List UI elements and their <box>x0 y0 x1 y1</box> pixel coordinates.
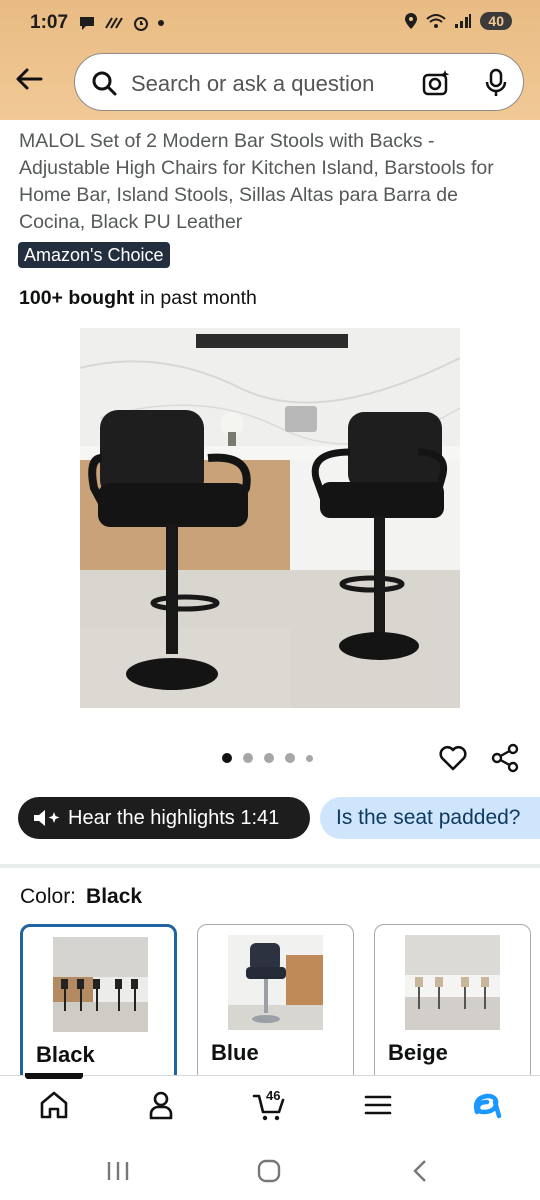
carousel-dot[interactable] <box>264 753 274 763</box>
carousel-dot[interactable] <box>243 753 253 763</box>
search-input[interactable]: Search or ask a question <box>131 71 374 97</box>
product-image[interactable] <box>80 328 460 708</box>
color-option-label: Black <box>36 1042 95 1067</box>
menu-icon[interactable] <box>361 1088 395 1122</box>
carousel-dot[interactable] <box>306 754 313 762</box>
search-icon <box>92 71 117 96</box>
recent-apps-icon[interactable] <box>106 1160 130 1182</box>
color-option-label: Beige <box>388 1040 448 1065</box>
color-thumbnail-blue <box>228 935 323 1030</box>
microphone-icon[interactable] <box>483 68 509 98</box>
wifi-icon <box>426 14 447 28</box>
search-bar[interactable]: Search or ask a question <box>74 53 524 111</box>
color-label: Color: <box>20 885 77 908</box>
cart-count: 46 <box>266 1088 281 1103</box>
color-selector-heading: Color: Black <box>20 885 142 909</box>
system-navigation-bar <box>0 1140 540 1200</box>
battery-indicator: 40 <box>480 12 512 30</box>
color-thumbnail-beige <box>405 935 500 1030</box>
color-option-label: Blue <box>211 1040 259 1065</box>
purchase-count-bold: 100+ bought <box>19 287 135 309</box>
camera-search-icon[interactable] <box>421 68 451 98</box>
chat-icon <box>80 17 94 30</box>
rufus-icon[interactable] <box>469 1088 503 1122</box>
color-option-black[interactable]: Black <box>20 924 177 1084</box>
section-divider <box>0 864 540 868</box>
speaker-sparkle-icon <box>34 810 60 826</box>
share-icon[interactable] <box>490 743 520 773</box>
app-header: 1:07 40 Search or ask a question <box>0 0 540 120</box>
carousel-dot[interactable] <box>285 753 295 763</box>
color-thumbnail-black <box>53 937 148 1032</box>
account-icon[interactable] <box>144 1088 178 1122</box>
status-bar: 1:07 40 <box>0 0 540 46</box>
product-title[interactable]: MALOL Set of 2 Modern Bar Stools with Ba… <box>19 128 524 236</box>
amazons-choice-badge: Amazon's Choice <box>18 242 170 268</box>
selected-color: Black <box>86 885 143 908</box>
purchase-count: 100+ bought in past month <box>19 287 257 310</box>
color-option-beige[interactable]: Beige <box>374 924 531 1084</box>
back-arrow-icon[interactable] <box>14 64 44 94</box>
location-icon <box>405 13 418 29</box>
carousel-dot[interactable] <box>222 753 232 763</box>
wifi-calling-icon <box>105 17 123 29</box>
color-option-blue[interactable]: Blue <box>197 924 354 1084</box>
heart-icon[interactable] <box>438 743 468 773</box>
notification-dot-icon <box>158 20 164 26</box>
alarm-icon <box>134 17 148 31</box>
system-back-icon[interactable] <box>410 1159 430 1183</box>
status-time: 1:07 <box>30 12 69 33</box>
hear-highlights-button[interactable]: Hear the highlights 1:41 <box>18 797 310 839</box>
active-tab-indicator <box>25 1073 83 1079</box>
purchase-count-rest: in past month <box>134 287 257 309</box>
home-button-icon[interactable] <box>257 1159 281 1183</box>
image-carousel-indicator[interactable] <box>222 753 313 763</box>
signal-icon <box>455 14 472 28</box>
suggested-question-chip[interactable]: Is the seat padded? <box>320 797 540 839</box>
home-icon[interactable] <box>37 1088 71 1122</box>
hear-highlights-label: Hear the highlights 1:41 <box>68 806 280 829</box>
